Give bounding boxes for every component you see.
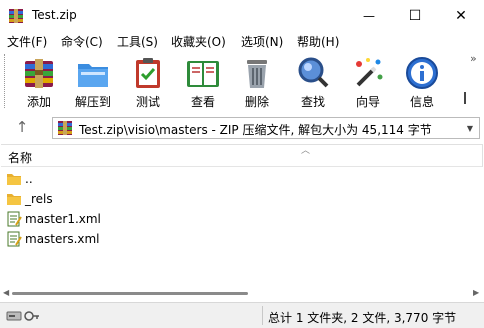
- view-label: 查看: [190, 95, 215, 109]
- menu-bar: 文件(F) 命令(C) 工具(S) 收藏夹(O) 选项(N) 帮助(H): [0, 32, 484, 50]
- up-folder-button[interactable]: ↑: [8, 116, 36, 138]
- extract-to-label: 解压到: [74, 95, 111, 109]
- test-label: 测试: [135, 95, 160, 109]
- toolbar: 添加 解压到 测试 查看 删除 查找 向导 信息 »: [0, 50, 484, 112]
- add-label: 添加: [26, 95, 51, 109]
- maximize-button[interactable]: ☐: [392, 0, 438, 32]
- scroll-left-icon[interactable]: ◀: [3, 288, 9, 297]
- close-icon: ✕: [455, 8, 467, 24]
- wizard-label: 向导: [355, 95, 380, 109]
- toolbar-grip[interactable]: [4, 54, 8, 108]
- add-button[interactable]: 添加: [11, 53, 67, 109]
- menu-help[interactable]: 帮助(H): [297, 33, 339, 50]
- delete-button[interactable]: 删除: [229, 53, 285, 109]
- winrar-app-icon: [9, 9, 23, 23]
- folder-icon: [7, 174, 21, 185]
- view-button[interactable]: 查看: [175, 53, 231, 109]
- menu-tools[interactable]: 工具(S): [117, 33, 158, 50]
- minimize-icon: —: [363, 9, 375, 23]
- trash-icon: [247, 60, 267, 88]
- info-button[interactable]: 信息: [394, 53, 450, 109]
- list-item-name: master1.xml: [25, 212, 101, 226]
- path-text: Test.zip\visio\masters - ZIP 压缩文件, 解包大小为…: [79, 123, 432, 137]
- menu-file[interactable]: 文件(F): [7, 33, 47, 50]
- magnifier-icon: [298, 57, 329, 88]
- delete-label: 删除: [244, 95, 269, 109]
- find-button[interactable]: 查找: [285, 53, 341, 109]
- horizontal-scrollbar[interactable]: ◀ ▶: [0, 286, 484, 300]
- list-item-name: _rels: [25, 192, 53, 206]
- maximize-icon: ☐: [408, 8, 422, 24]
- books-add-icon: [25, 59, 53, 88]
- test-button[interactable]: 测试: [120, 53, 176, 109]
- info-icon: [406, 57, 438, 89]
- folder-icon: [7, 194, 21, 205]
- list-item[interactable]: ..: [1, 169, 483, 189]
- info-label: 信息: [409, 95, 434, 109]
- menu-commands[interactable]: 命令(C): [61, 33, 103, 50]
- folder-extract-icon: [78, 64, 108, 87]
- toolbar-edge-fragment: [464, 92, 470, 104]
- find-label: 查找: [300, 95, 325, 109]
- menu-options[interactable]: 选项(N): [241, 33, 283, 50]
- path-combobox[interactable]: Test.zip\visio\masters - ZIP 压缩文件, 解包大小为…: [52, 117, 480, 139]
- arrow-up-icon: ↑: [15, 118, 29, 136]
- extract-to-button[interactable]: 解压到: [65, 53, 121, 109]
- xml-file-icon: [7, 211, 22, 227]
- menu-favorites[interactable]: 收藏夹(O): [171, 33, 226, 50]
- column-name-label: 名称: [8, 151, 33, 165]
- close-button[interactable]: ✕: [438, 0, 484, 32]
- file-list[interactable]: 名称 ︿ .. _rels master1.xml masters.xml: [1, 144, 483, 300]
- list-item[interactable]: masters.xml: [1, 229, 483, 249]
- window-title: Test.zip: [32, 8, 77, 22]
- toolbar-overflow-icon[interactable]: »: [470, 52, 477, 65]
- list-item-name: masters.xml: [25, 232, 100, 246]
- wizard-button[interactable]: 向导: [340, 53, 396, 109]
- archive-icon: [58, 121, 72, 135]
- status-bar: 总计 1 文件夹, 2 文件, 3,770 字节: [0, 302, 484, 328]
- scrollbar-thumb[interactable]: [12, 292, 248, 295]
- list-item-name: ..: [25, 172, 33, 186]
- status-separator: [262, 306, 263, 325]
- address-bar: ↑ Test.zip\visio\masters - ZIP 压缩文件, 解包大…: [0, 112, 484, 142]
- clipboard-check-icon: [136, 58, 160, 88]
- magic-wand-icon: [356, 58, 383, 87]
- minimize-button[interactable]: —: [346, 0, 392, 32]
- sort-ascending-icon: ︿: [301, 146, 311, 156]
- chevron-down-icon[interactable]: ▼: [467, 124, 473, 133]
- xml-file-icon: [7, 231, 22, 247]
- drive-key-icon: [6, 311, 39, 321]
- status-summary: 总计 1 文件夹, 2 文件, 3,770 字节: [268, 311, 457, 325]
- column-separator[interactable]: [482, 145, 483, 167]
- column-header-name[interactable]: 名称 ︿: [1, 145, 483, 167]
- title-bar: Test.zip — ☐ ✕: [0, 0, 484, 32]
- scroll-right-icon[interactable]: ▶: [473, 288, 479, 297]
- list-item[interactable]: master1.xml: [1, 209, 483, 229]
- open-book-icon: [187, 61, 219, 87]
- list-item[interactable]: _rels: [1, 189, 483, 209]
